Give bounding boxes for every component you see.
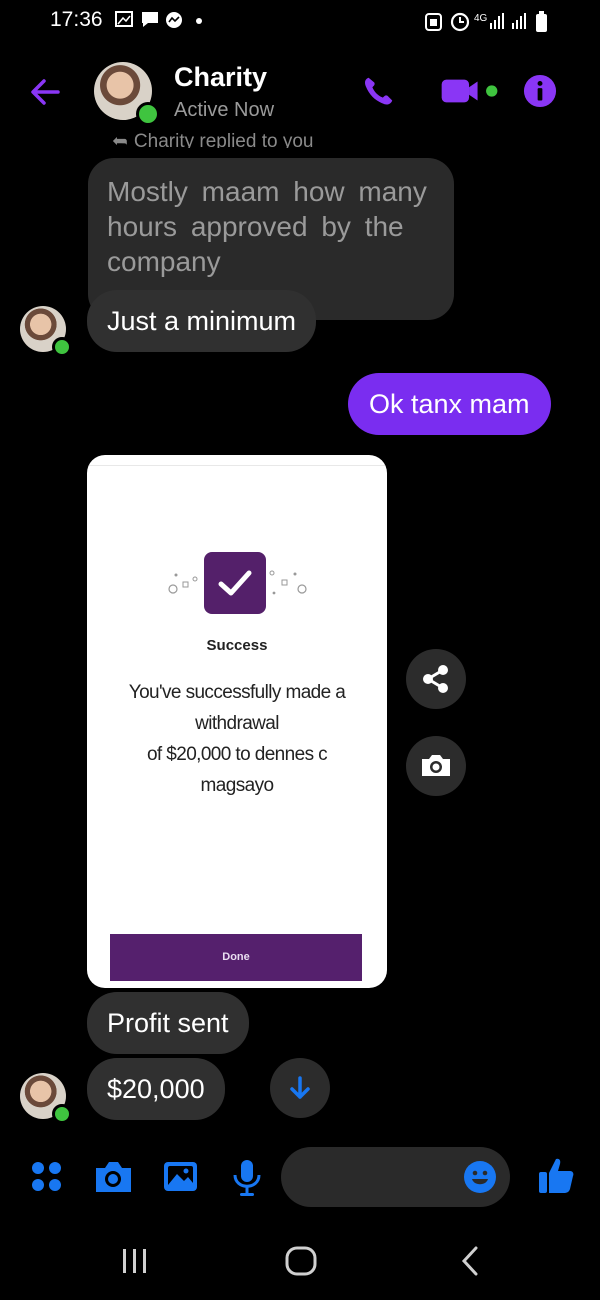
camera-icon[interactable] <box>93 1158 133 1196</box>
presence-status: Active Now <box>174 99 275 121</box>
checkmark-icon <box>218 570 252 596</box>
phone-icon[interactable] <box>360 74 398 108</box>
emoji-icon[interactable] <box>463 1160 497 1194</box>
share-button[interactable] <box>406 649 466 709</box>
notification-icons <box>115 11 202 28</box>
home-icon[interactable] <box>284 1244 318 1278</box>
gallery-icon[interactable] <box>162 1158 200 1196</box>
recents-icon[interactable] <box>118 1244 152 1278</box>
thumbs-up-icon[interactable] <box>537 1155 575 1195</box>
incoming-message[interactable]: Just a minimum <box>87 290 317 352</box>
network-type: 4G <box>474 13 488 24</box>
menu-dots-icon[interactable] <box>28 1158 66 1196</box>
status-time: 17:36 <box>50 8 103 31</box>
incoming-message[interactable]: $20,000 <box>87 1058 225 1120</box>
info-icon[interactable] <box>522 74 558 108</box>
image-attachment[interactable]: Success You've successfully made a withd… <box>87 455 387 988</box>
status-bar: 17:36 4G <box>0 0 600 42</box>
camera-icon <box>422 755 450 776</box>
save-photo-button[interactable] <box>406 736 466 796</box>
incoming-message[interactable]: Profit sent <box>87 992 249 1054</box>
online-indicator <box>52 1104 72 1124</box>
arrow-down-icon <box>290 1076 310 1099</box>
success-check <box>204 552 266 614</box>
reply-note: ➦ Charity replied to you <box>112 131 314 148</box>
divider <box>87 465 387 466</box>
video-icon[interactable] <box>440 74 500 108</box>
success-message: You've successfully made a withdrawal of… <box>128 682 346 796</box>
quoted-message-text: Mostly maam how many hours approved by t… <box>107 176 427 277</box>
done-button: Done <box>110 934 362 981</box>
online-indicator <box>136 102 160 126</box>
outgoing-message[interactable]: Ok tanx mam <box>348 373 551 435</box>
scroll-down-button[interactable] <box>270 1058 330 1118</box>
nav-back-icon[interactable] <box>454 1244 488 1278</box>
back-arrow-icon[interactable] <box>28 74 64 110</box>
contact-name[interactable]: Charity <box>174 62 267 93</box>
system-status-icons: 4G <box>425 11 547 32</box>
success-title: Success <box>206 637 268 654</box>
online-indicator <box>52 337 72 357</box>
share-icon <box>423 665 448 693</box>
mic-icon[interactable] <box>230 1158 264 1198</box>
